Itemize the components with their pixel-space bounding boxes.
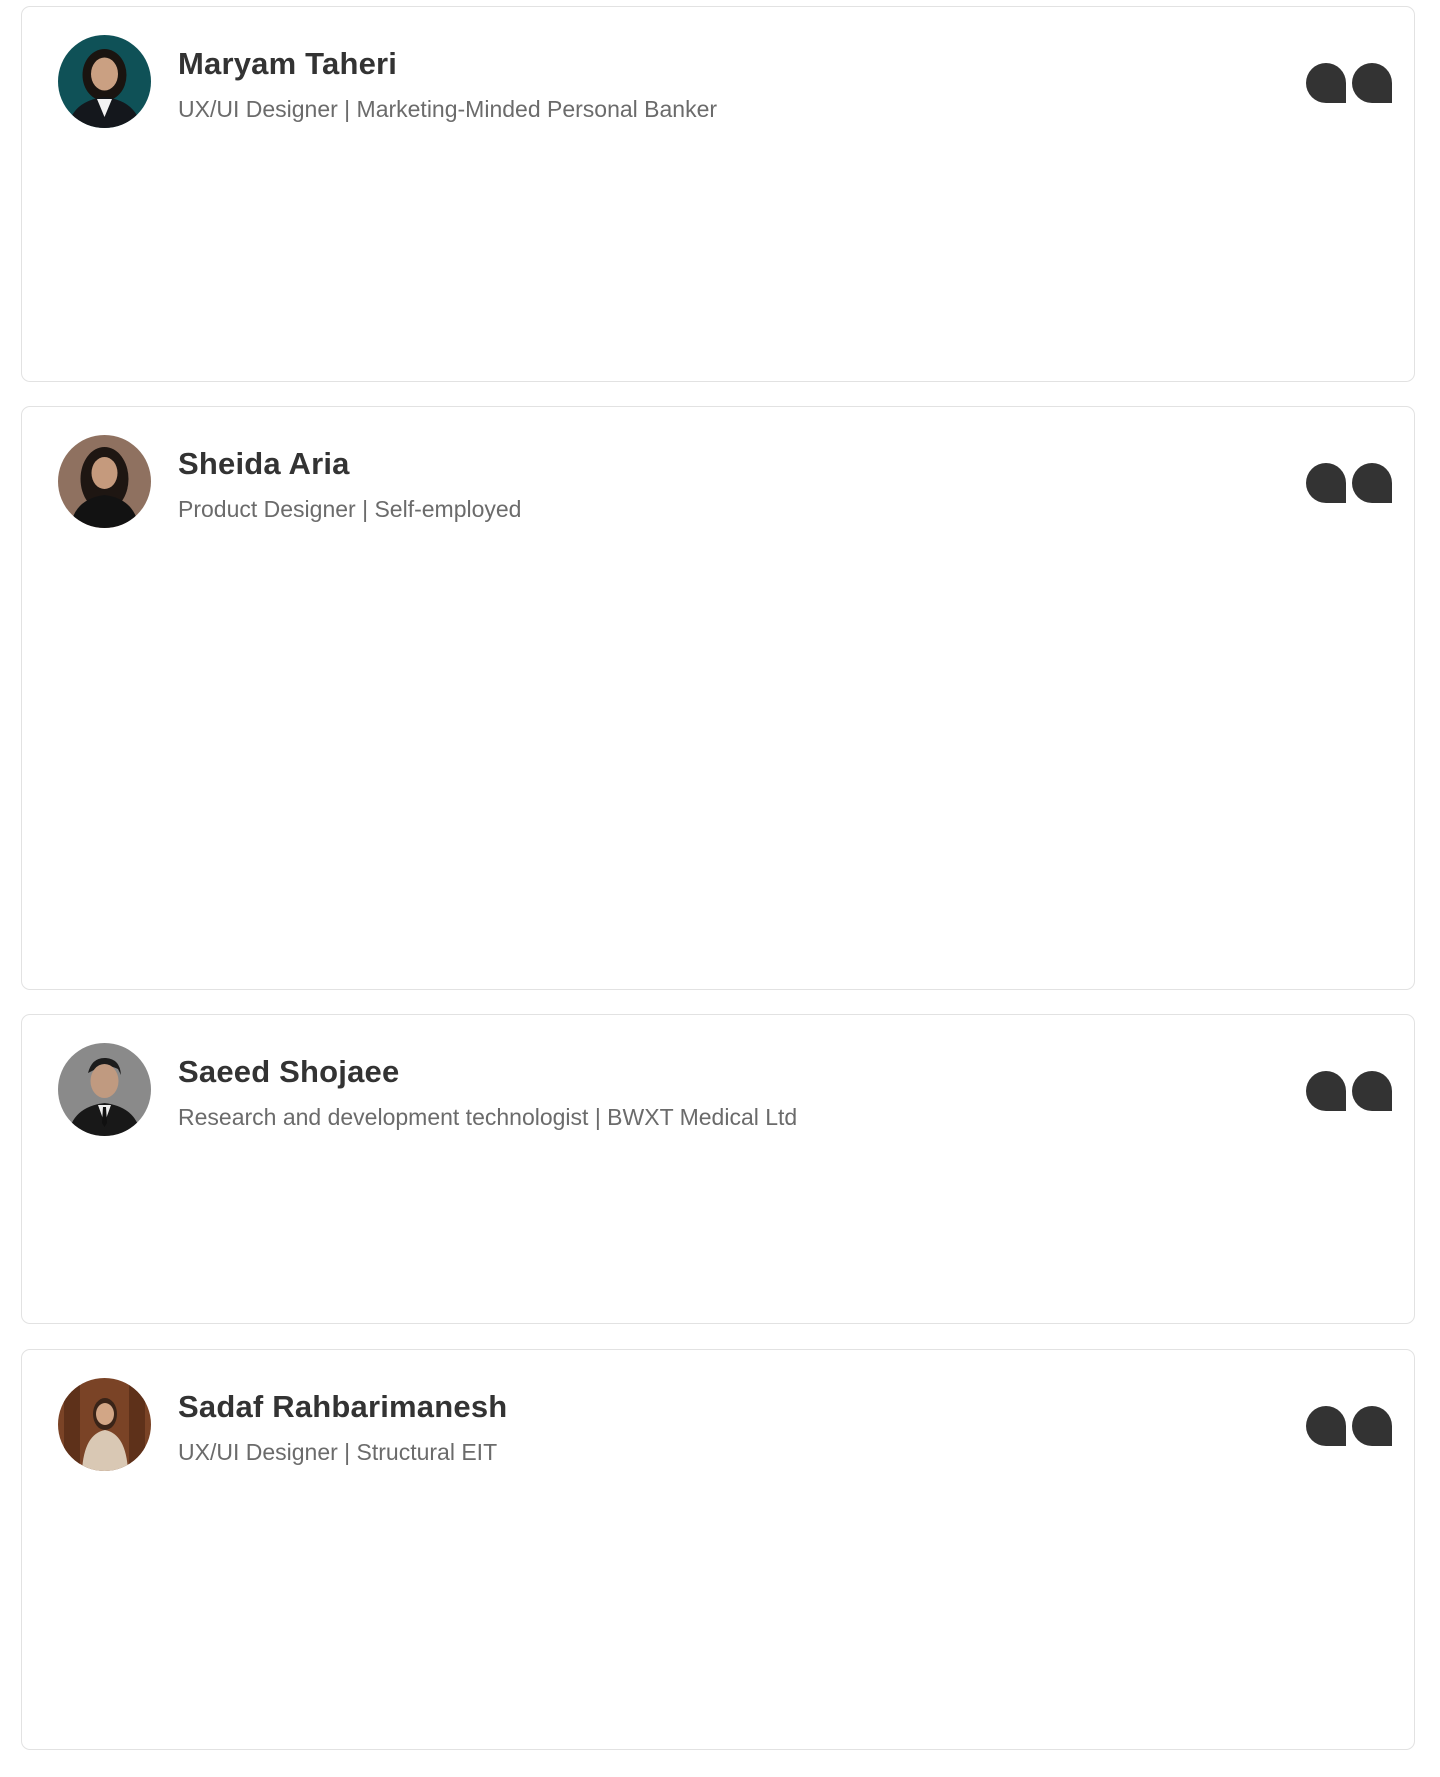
person-headline: Product Designer | Self-employed [178, 496, 522, 522]
testimonial-card: Sheida Aria Product Designer | Self-empl… [21, 406, 1415, 990]
person-name: Sadaf Rahbarimanesh [178, 1389, 508, 1424]
avatar [58, 1043, 151, 1136]
person-headline: UX/UI Designer | Structural EIT [178, 1439, 498, 1465]
quote-icon [1304, 1069, 1396, 1113]
quote-icon [1304, 461, 1396, 505]
testimonial-card: Maryam Taheri UX/UI Designer | Marketing… [21, 6, 1415, 382]
quote-icon [1304, 61, 1396, 105]
person-name: Saeed Shojaee [178, 1054, 400, 1089]
avatar [58, 1378, 151, 1471]
person-avatar-icon [58, 1378, 151, 1471]
person-avatar-icon [58, 435, 151, 528]
person-name: Maryam Taheri [178, 46, 398, 81]
person-headline: Research and development technologist | … [178, 1104, 798, 1130]
person-avatar-icon [58, 35, 151, 128]
quote-icon [1304, 1404, 1396, 1448]
person-name: Sheida Aria [178, 446, 350, 481]
avatar [58, 35, 151, 128]
person-avatar-icon [58, 1043, 151, 1136]
testimonial-card: Sadaf Rahbarimanesh UX/UI Designer | Str… [21, 1349, 1415, 1750]
person-headline: UX/UI Designer | Marketing-Minded Person… [178, 96, 718, 122]
testimonial-card: Saeed Shojaee Research and development t… [21, 1014, 1415, 1324]
avatar [58, 435, 151, 528]
